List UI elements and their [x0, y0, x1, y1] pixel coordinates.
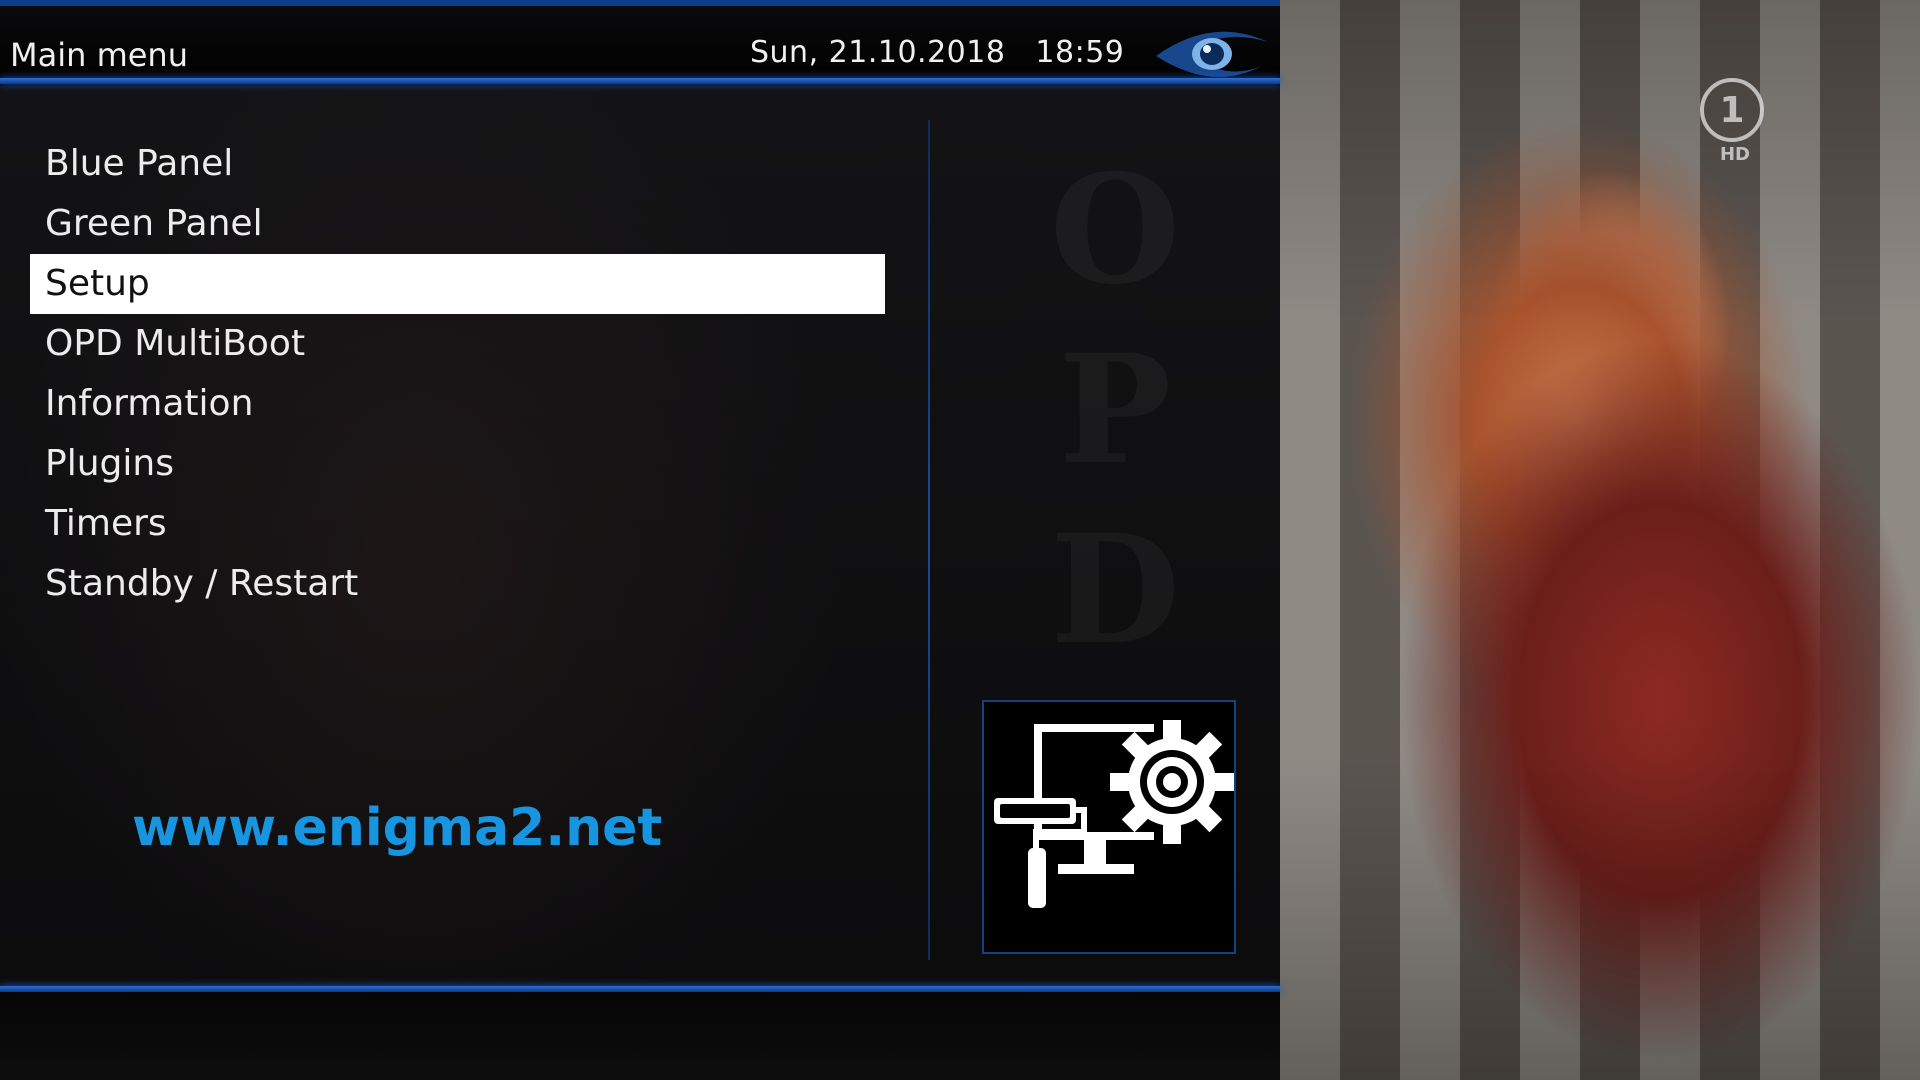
header-divider [0, 78, 1280, 84]
website-url: www.enigma2.net [132, 798, 663, 858]
eye-logo-icon [1156, 31, 1268, 77]
menu-item-green-panel[interactable]: Green Panel [30, 194, 885, 254]
watermark-letter: O [1015, 140, 1215, 320]
setup-paint-gear-icon [994, 720, 1234, 908]
menu-item-standby-restart[interactable]: Standby / Restart [30, 554, 885, 614]
watermark-letter: P [1015, 320, 1215, 500]
main-menu-osd: Main menu Sun, 21.10.2018 18:59 Blue Pane… [0, 0, 1280, 1080]
live-tv-video: 1 HD [1280, 0, 1920, 1080]
menu-item-information[interactable]: Information [30, 374, 885, 434]
opd-watermark: O P D [1015, 140, 1215, 680]
channel-logo: 1 HD [1700, 78, 1770, 168]
date-text: Sun, 21.10.2018 [750, 35, 1006, 70]
footer-bar [0, 992, 1280, 1080]
page-title: Main menu [10, 36, 188, 74]
video-shading [1280, 0, 1920, 1080]
menu-item-timers[interactable]: Timers [30, 494, 885, 554]
menu-item-opd-multiboot[interactable]: OPD MultiBoot [30, 314, 885, 374]
menu-item-blue-panel[interactable]: Blue Panel [30, 134, 885, 194]
channel-hd-badge: HD [1719, 144, 1750, 165]
header-bar: Main menu Sun, 21.10.2018 18:59 [0, 0, 1280, 86]
menu-item-setup[interactable]: Setup [30, 254, 885, 314]
watermark-letter: D [1015, 500, 1215, 680]
panel-divider [928, 120, 930, 960]
clock: Sun, 21.10.2018 18:59 [750, 35, 1154, 70]
channel-number: 1 [1700, 78, 1764, 142]
time-text: 18:59 [1035, 35, 1125, 70]
menu-item-plugins[interactable]: Plugins [30, 434, 885, 494]
selected-item-preview [982, 700, 1236, 954]
main-menu-list: Blue Panel Green Panel Setup OPD MultiBo… [30, 134, 885, 614]
